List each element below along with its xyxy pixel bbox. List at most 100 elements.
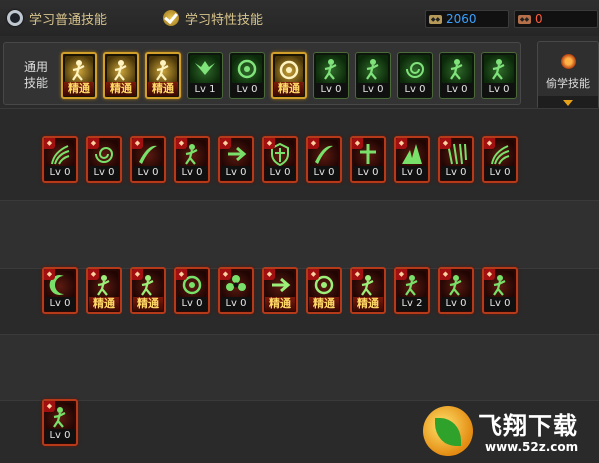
steal-skill-button[interactable]: 偷学技能 [537,41,599,109]
coin-display: ◆◆ 2060 [425,10,509,28]
skill-level: Lv 0 [315,83,347,97]
wings-icon [190,55,220,83]
row1-skill-8[interactable]: ◆ Lv 0 [350,136,386,183]
tab-special-skills-label: 学习特性技能 [185,12,264,28]
row2-skill-9[interactable]: ◆ Lv 2 [394,267,430,314]
tab-special-skills[interactable]: 学习特性技能 [163,7,263,29]
steal-skill-label: 偷学技能 [546,77,590,90]
row2-skill-7[interactable]: ◆ 精通 [306,267,342,314]
row2-skill-6[interactable]: ◆ 精通 [262,267,298,314]
skill-level: 精通 [309,297,339,311]
figure-run-icon [149,56,177,84]
skill-level: Lv 0 [45,429,75,443]
special-badge-icon: ◆ [396,138,407,149]
row2-skill-1[interactable]: ◆ Lv 0 [42,267,78,314]
watermark-title: 飞翔下载 [478,412,578,440]
empty-band-1 [0,200,599,268]
special-badge-icon: ◆ [88,138,99,149]
common-skill-7[interactable]: Lv 0 [313,52,349,99]
skill-level: Lv 0 [397,166,427,180]
skill-level: Lv 0 [357,83,389,97]
special-badge-icon: ◆ [176,269,187,280]
special-badge-icon: ◆ [220,269,231,280]
common-skill-6[interactable]: 精通 [271,52,307,99]
swirl-icon [400,55,430,83]
row1-skill-6[interactable]: ◆ Lv 0 [262,136,298,183]
skill-level: Lv 0 [309,166,339,180]
common-skills-label-line1: 通用 [23,60,48,74]
common-skill-2[interactable]: 精通 [103,52,139,99]
common-skill-11[interactable]: Lv 0 [481,52,517,99]
skill-level: Lv 0 [399,83,431,97]
logo-icon [423,406,473,456]
special-badge-icon: ◆ [264,138,275,149]
skill-level: Lv 0 [483,83,515,97]
row1-skill-7[interactable]: ◆ Lv 0 [306,136,342,183]
figure-bolt-icon [316,55,346,83]
special-badge-icon: ◆ [220,138,231,149]
skill-level: Lv 0 [485,166,515,180]
figure-gear-icon [358,55,388,83]
common-skill-4[interactable]: Lv 1 [187,52,223,99]
row2-skill-5[interactable]: ◆ Lv 0 [218,267,254,314]
coin-value: 2060 [446,12,477,26]
row1-skill-2[interactable]: ◆ Lv 0 [86,136,122,183]
special-badge-icon: ◆ [440,138,451,149]
common-skill-3[interactable]: 精通 [145,52,181,99]
skill-level: 精通 [89,297,119,311]
row1-skill-1[interactable]: ◆ Lv 0 [42,136,78,183]
row2-skill-3[interactable]: ◆ 精通 [130,267,166,314]
skill-level: Lv 0 [221,297,251,311]
special-badge-icon: ◆ [44,401,55,412]
special-badge-icon: ◆ [396,269,407,280]
skill-level: 精通 [353,297,383,311]
special-badge-icon: ◆ [88,269,99,280]
row1-skill-3[interactable]: ◆ Lv 0 [130,136,166,183]
point-icon: ◆◆ [518,14,531,24]
skill-row-1: ◆ Lv 0 ◆ Lv 0 ◆ Lv 0 ◆ Lv 0 ◆ Lv 0 ◆ Lv 0 ◆ Lv 0 ◆ Lv 0… [42,136,518,183]
row1-skill-11[interactable]: ◆ Lv 0 [482,136,518,183]
common-skill-8[interactable]: Lv 0 [355,52,391,99]
figure-aura-icon [484,55,514,83]
row2-skill-10[interactable]: ◆ Lv 0 [438,267,474,314]
row1-skill-9[interactable]: ◆ Lv 0 [394,136,430,183]
skill-row-2: ◆ Lv 0 ◆ 精通 ◆ 精通 ◆ Lv 0 ◆ Lv 0 ◆ 精通 ◆ 精通 ◆ 精通 ◆ Lv 2 ◆ Lv 0… [42,267,518,314]
top-bar: 学习普通技能 学习特性技能 ◆◆ 2060 ◆◆ 0 [0,0,599,36]
special-badge-icon: ◆ [132,138,143,149]
skill-level: 精通 [274,82,304,96]
tab-normal-skills-label: 学习普通技能 [29,12,108,28]
checkmark-icon [163,10,179,26]
skill-level: Lv 0 [265,166,295,180]
common-skill-5[interactable]: Lv 0 [229,52,265,99]
row2-skill-8[interactable]: ◆ 精通 [350,267,386,314]
watermark: 飞翔下载 www.52z.com [423,404,599,462]
special-badge-icon: ◆ [176,138,187,149]
skill-level: Lv 0 [221,166,251,180]
point-value: 0 [535,12,543,26]
common-skill-10[interactable]: Lv 0 [439,52,475,99]
figure-sit-icon [65,56,93,84]
skill-level: Lv 0 [441,83,473,97]
coin-icon: ◆◆ [429,14,442,24]
skill-level: Lv 0 [231,83,263,97]
row1-skill-10[interactable]: ◆ Lv 0 [438,136,474,183]
common-skill-9[interactable]: Lv 0 [397,52,433,99]
special-badge-icon: ◆ [264,269,275,280]
row2-skill-11[interactable]: ◆ Lv 0 [482,267,518,314]
row2-skill-2[interactable]: ◆ 精通 [86,267,122,314]
tab-normal-skills[interactable]: 学习普通技能 [7,7,107,29]
common-skill-1[interactable]: 精通 [61,52,97,99]
row1-skill-4[interactable]: ◆ Lv 0 [174,136,210,183]
special-badge-icon: ◆ [352,138,363,149]
skill-level: Lv 1 [189,83,221,97]
skill-level: Lv 0 [45,297,75,311]
row1-skill-5[interactable]: ◆ Lv 0 [218,136,254,183]
skill-level: Lv 0 [133,166,163,180]
point-display: ◆◆ 0 [514,10,598,28]
skill-level: Lv 0 [177,166,207,180]
skill-level: 精通 [265,297,295,311]
skill-level: Lv 0 [485,297,515,311]
row2-skill-4[interactable]: ◆ Lv 0 [174,267,210,314]
skill-level: 精通 [133,297,163,311]
row3-skill-1[interactable]: ◆ Lv 0 [42,399,78,446]
